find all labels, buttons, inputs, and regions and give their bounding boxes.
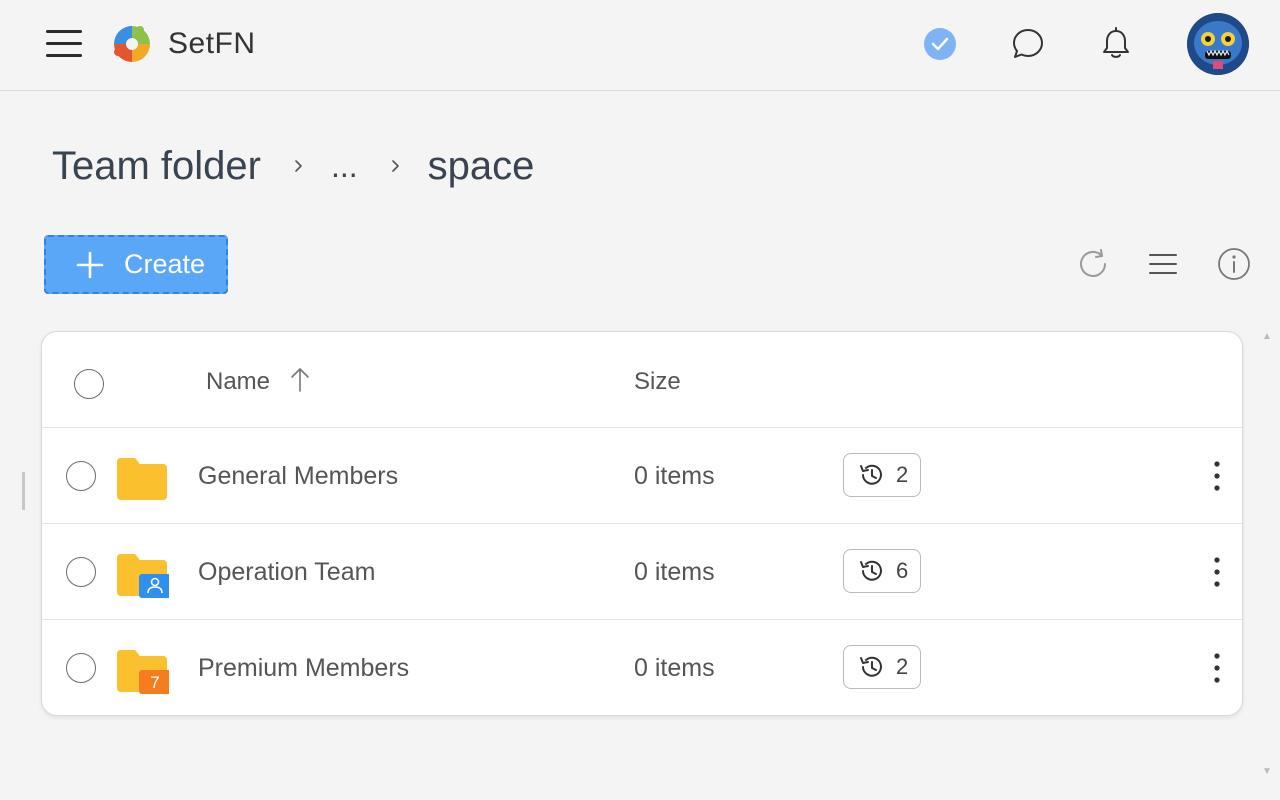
avatar[interactable] [1187, 13, 1249, 75]
history-icon [860, 464, 882, 485]
folder-name[interactable]: Premium Members [198, 654, 409, 683]
name-column-header[interactable]: Name [206, 368, 270, 396]
more-options-icon[interactable] [1202, 554, 1232, 590]
version-count: 2 [896, 654, 909, 679]
select-all-checkbox[interactable] [74, 369, 104, 399]
bell-icon[interactable] [1098, 26, 1134, 62]
row-checkbox[interactable] [66, 461, 96, 491]
breadcrumb-current: space [427, 143, 535, 188]
top-bar: SetFN [0, 0, 1280, 91]
status-check-icon[interactable] [922, 26, 958, 62]
folder-icon [117, 458, 167, 500]
list-view-icon[interactable] [1145, 246, 1181, 282]
table-row[interactable]: General Members 0 items 2 [42, 428, 1242, 524]
menu-icon[interactable] [44, 27, 84, 61]
size-column-header[interactable]: Size [634, 368, 681, 396]
plus-icon [76, 251, 104, 278]
table-header: Name Size [42, 332, 1242, 428]
number-badge-icon: 7 [139, 670, 169, 694]
folder-icon: 7 [117, 650, 169, 694]
chat-icon[interactable] [1010, 26, 1046, 62]
brand-name: SetFN [168, 27, 256, 60]
scroll-up-arrow[interactable]: ▲ [1262, 331, 1272, 342]
folder-name[interactable]: Operation Team [198, 558, 375, 587]
create-button-label: Create [124, 249, 206, 279]
version-history-button[interactable]: 6 [843, 549, 921, 593]
file-table: Name Size General Members 0 items 2 Oper… [41, 331, 1243, 716]
row-checkbox[interactable] [66, 557, 96, 587]
create-button[interactable]: Create [44, 235, 228, 294]
version-history-button[interactable]: 2 [843, 453, 921, 497]
folder-badge-number: 7 [150, 673, 159, 692]
chevron-right-icon [295, 160, 302, 172]
folder-size: 0 items [634, 462, 715, 490]
version-history-button[interactable]: 2 [843, 645, 921, 689]
table-row[interactable]: Operation Team 0 items 6 [42, 524, 1242, 620]
version-count: 6 [896, 558, 909, 583]
panel-resize-handle[interactable] [22, 472, 25, 510]
shared-user-badge-icon [139, 574, 169, 598]
more-options-icon[interactable] [1202, 650, 1232, 686]
folder-size: 0 items [634, 654, 715, 682]
folder-name[interactable]: General Members [198, 462, 398, 491]
row-checkbox[interactable] [66, 653, 96, 683]
table-row[interactable]: 7 Premium Members 0 items 2 [42, 620, 1242, 715]
chevron-right-icon [391, 160, 399, 172]
folder-icon [117, 554, 169, 598]
info-icon[interactable] [1216, 246, 1252, 282]
breadcrumb: Team folder ... space [52, 140, 534, 192]
sort-ascending-icon[interactable] [288, 366, 312, 394]
breadcrumb-ellipsis[interactable]: ... [331, 148, 358, 185]
breadcrumb-team-folder[interactable]: Team folder [52, 144, 261, 189]
folder-size: 0 items [634, 558, 715, 586]
setfn-logo [114, 26, 150, 62]
history-icon [860, 656, 882, 677]
scroll-down-arrow[interactable]: ▼ [1262, 766, 1272, 777]
version-count: 2 [896, 462, 909, 487]
more-options-icon[interactable] [1202, 458, 1232, 494]
history-icon [860, 560, 882, 581]
refresh-icon[interactable] [1075, 246, 1111, 282]
